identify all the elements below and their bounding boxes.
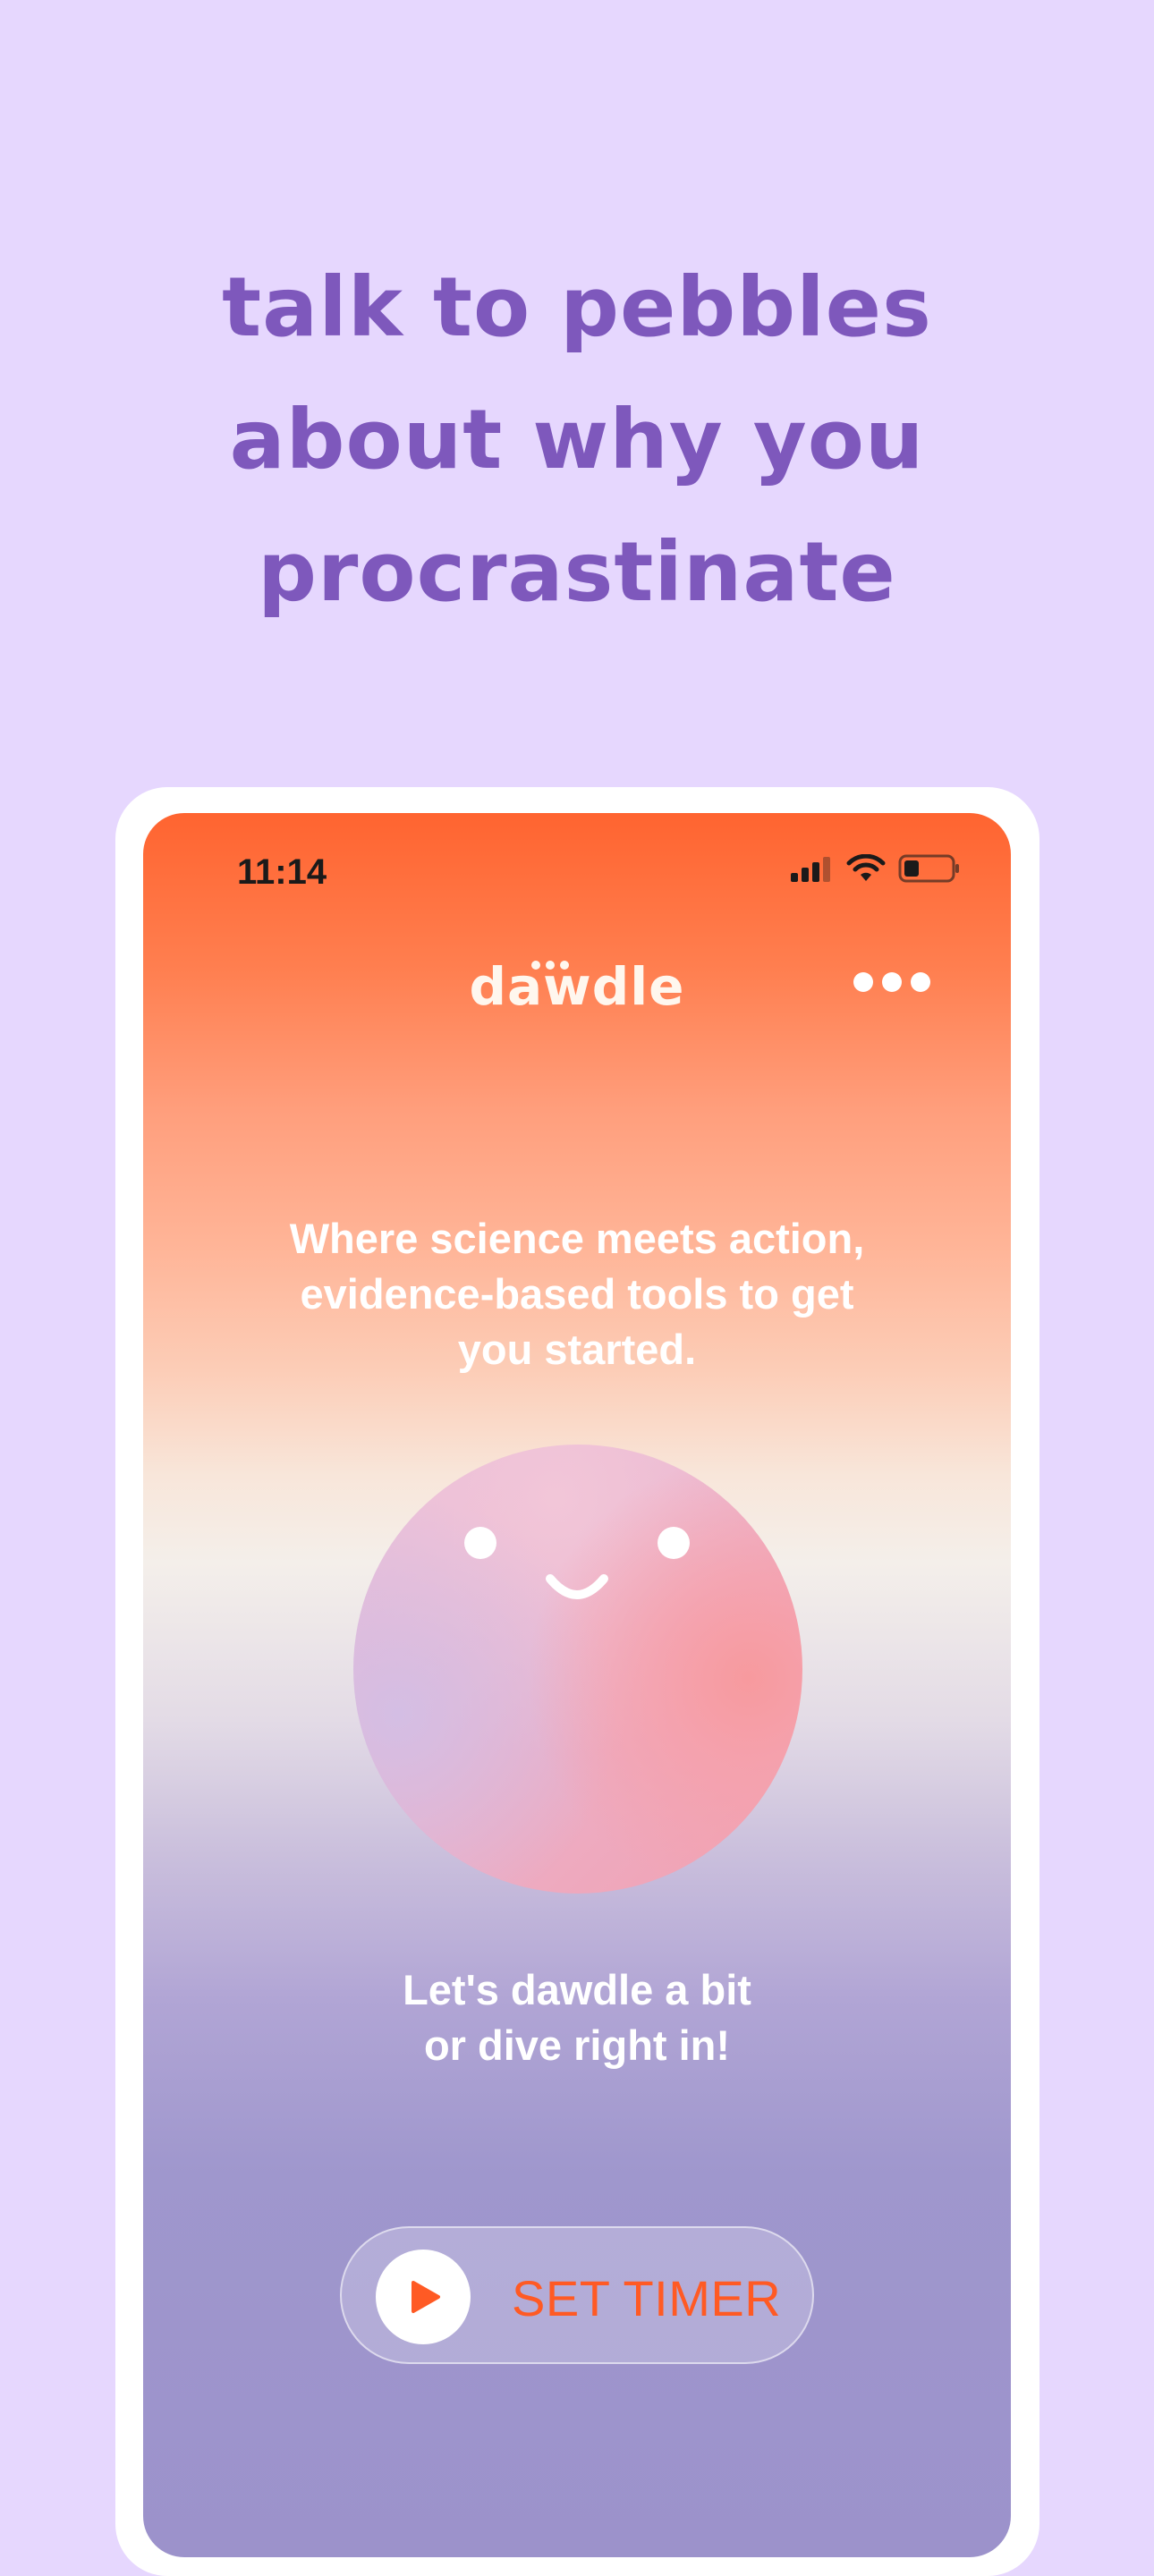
status-icons [791, 853, 961, 886]
more-dots-icon [853, 972, 873, 992]
more-options-button[interactable] [853, 972, 930, 992]
tagline-line-2: evidence-based tools to get [300, 1270, 854, 1318]
cellular-signal-icon [791, 855, 834, 886]
play-icon [412, 2281, 440, 2313]
mascot-prompt-line-1: Let's dawdle a bit [403, 1966, 751, 2013]
tagline-line-1: Where science meets action, [289, 1215, 865, 1262]
set-timer-label: SET TIMER [512, 2270, 782, 2326]
app-screen: 11:14 dawdle Where science meets action,… [143, 813, 1011, 2557]
logo-dots-decoration [531, 961, 569, 970]
set-timer-button[interactable]: SET TIMER [340, 2226, 814, 2364]
headline-line-2: about why you [229, 392, 925, 487]
pebbles-face-icon [464, 1527, 690, 1599]
tagline: Where science meets action, evidence-bas… [250, 1211, 904, 1377]
play-button-circle [376, 2250, 471, 2344]
headline-line-1: talk to pebbles [222, 259, 932, 355]
mascot-prompt: Let's dawdle a bit or dive right in! [143, 1962, 1011, 2073]
wifi-icon [846, 853, 886, 886]
mascot-prompt-line-2: or dive right in! [423, 2021, 731, 2069]
headline-line-3: procrastinate [258, 524, 896, 620]
status-time: 11:14 [237, 852, 327, 892]
marketing-headline: talk to pebbles about why you procrastin… [0, 242, 1154, 639]
battery-icon [898, 854, 961, 886]
pebbles-mascot[interactable] [353, 1445, 802, 1894]
tagline-line-3: you started. [457, 1326, 697, 1373]
